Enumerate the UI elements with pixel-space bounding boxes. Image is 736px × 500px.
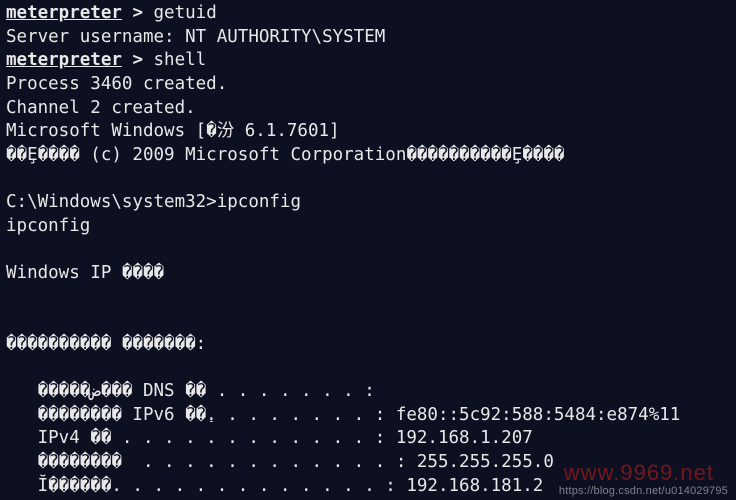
terminal-line <box>6 286 730 310</box>
prompt-name: meterpreter <box>6 50 122 70</box>
terminal-line: ipconfig <box>6 215 730 239</box>
terminal-line: Server username: NT AUTHORITY\SYSTEM <box>6 26 730 50</box>
watermark-csdn: https://blog.csdn.net/u014029795 <box>559 484 728 499</box>
terminal-line: �����ض��� DNS ��׺ . . . . . . . : <box>6 380 730 404</box>
terminal-line: Microsoft Windows [�汾 6.1.7601] <box>6 120 730 144</box>
terminal-line: Channel 2 created. <box>6 97 730 121</box>
terminal-line <box>6 167 730 191</box>
terminal-line <box>6 238 730 262</box>
terminal-line <box>6 309 730 333</box>
terminal-line <box>6 356 730 380</box>
prompt-name: meterpreter <box>6 3 122 23</box>
terminal-line: �������� . . . . . . . . . . . . : 255.2… <box>6 451 730 475</box>
terminal-line: C:\Windows\system32>ipconfig <box>6 191 730 215</box>
terminal-line: ���������� �������: <box>6 333 730 357</box>
terminal-line: Windows IP ���� <box>6 262 730 286</box>
terminal-line: ��Ȩ���� (c) 2009 Microsoft Corporation��… <box>6 144 730 168</box>
terminal-line: meterpreter > getuid <box>6 2 730 26</box>
terminal-line: Process 3460 created. <box>6 73 730 97</box>
prompt-command: shell <box>154 50 207 70</box>
terminal-output: meterpreter > getuidServer username: NT … <box>0 0 736 500</box>
prompt-command: getuid <box>154 3 217 23</box>
prompt-arrow: > <box>122 3 154 23</box>
terminal-line: IPv4 �� . . . . . . . . . . . . : 192.16… <box>6 427 730 451</box>
prompt-arrow: > <box>122 50 154 70</box>
terminal-line: meterpreter > shell <box>6 49 730 73</box>
terminal-line: �������� IPv6 ��ַ. . . . . . . . : fe80:… <box>6 404 730 428</box>
